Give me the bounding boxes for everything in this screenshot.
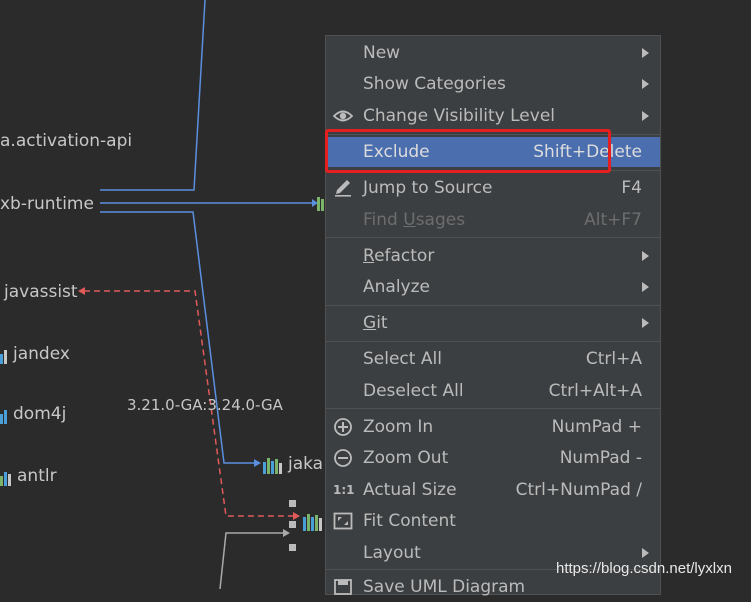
submenu-arrow-icon — [642, 79, 649, 89]
node-jaka[interactable]: jaka — [263, 454, 323, 474]
edge-arrowhead — [78, 287, 85, 295]
menu-separator — [326, 237, 660, 238]
menu-separator — [326, 305, 660, 306]
menu-item-refactor[interactable]: Refactor — [326, 241, 660, 271]
menu-item-zoom-in[interactable]: Zoom In NumPad + — [326, 412, 660, 442]
library-icon — [0, 404, 8, 424]
library-icon — [0, 344, 8, 364]
edge-arrowhead — [254, 459, 261, 467]
node-runtime[interactable]: xb-runtime — [0, 194, 94, 214]
menu-item-find-usages: Find Usages Alt+F7 — [326, 205, 660, 235]
library-icon — [263, 454, 283, 474]
menu-item-shortcut: Ctrl+Alt+A — [548, 381, 642, 401]
node-javassist[interactable]: javassist — [4, 282, 78, 302]
diagram-edges — [78, 0, 318, 589]
submenu-arrow-icon — [642, 318, 649, 328]
menu-item-show-categories[interactable]: Show Categories — [326, 69, 660, 99]
pencil-icon — [335, 180, 351, 197]
menu-item-zoom-out[interactable]: Zoom Out NumPad - — [326, 443, 660, 473]
menu-item-label: Zoom In — [363, 417, 434, 437]
menu-item-shortcut: NumPad + — [551, 417, 642, 437]
node-activation-api[interactable]: a.activation-api — [0, 131, 132, 151]
node-label-text: javassist — [4, 282, 78, 302]
menu-item-label: Refactor — [363, 246, 435, 266]
node-antlr[interactable]: antlr — [0, 466, 57, 486]
menu-item-deselect-all[interactable]: Deselect All Ctrl+Alt+A — [326, 376, 660, 406]
node-label-text: a.activation-api — [0, 131, 133, 151]
menu-item-actual-size[interactable]: 1:1 Actual Size Ctrl+NumPad / — [326, 475, 660, 505]
menu-separator — [326, 341, 660, 342]
eye-icon — [333, 110, 353, 122]
submenu-arrow-icon — [642, 251, 649, 261]
node-jandex[interactable]: jandex — [0, 344, 70, 364]
menu-item-label: Git — [363, 313, 388, 333]
menu-item-label: Jump to Source — [363, 178, 493, 198]
watermark-text: https://blog.csdn.net/lyxlxn — [556, 560, 732, 577]
node-icon-selected — [303, 514, 322, 531]
dependency-edge — [219, 532, 286, 589]
menu-item-label: Show Categories — [363, 74, 506, 94]
library-icon — [0, 466, 12, 486]
menu-item-shortcut: NumPad - — [559, 448, 642, 468]
save-icon — [334, 579, 352, 595]
menu-item-change-visibility-level[interactable]: Change Visibility Level — [326, 101, 660, 131]
menu-item-label: Analyze — [363, 277, 430, 297]
fit-content-icon — [333, 512, 353, 530]
submenu-arrow-icon — [642, 111, 649, 121]
node-label-text: antlr — [17, 466, 57, 486]
menu-item-label: Fit Content — [363, 511, 456, 531]
submenu-arrow-icon — [642, 48, 649, 58]
menu-item-fit-content[interactable]: Fit Content — [326, 506, 660, 536]
menu-item-label: Actual Size — [363, 480, 457, 500]
menu-item-select-all[interactable]: Select All Ctrl+A — [326, 344, 660, 374]
submenu-arrow-icon — [642, 548, 649, 558]
menu-item-label: Layout — [363, 543, 421, 563]
dependency-edge — [100, 0, 206, 191]
edge-version-label: 3.21.0-GA:3.24.0-GA — [127, 396, 283, 414]
menu-item-label: Change Visibility Level — [363, 106, 556, 126]
menu-item-git[interactable]: Git — [326, 308, 660, 338]
menu-item-label: Find Usages — [363, 210, 466, 230]
menu-item-new[interactable]: New — [326, 38, 660, 68]
menu-item-label: Save UML Diagram — [363, 577, 526, 597]
menu-item-label: New — [363, 43, 401, 63]
node-label-text: jaka — [288, 454, 324, 474]
menu-item-jump-to-source[interactable]: Jump to Source F4 — [326, 173, 660, 203]
submenu-arrow-icon — [642, 282, 649, 292]
edge-arrowhead — [293, 512, 300, 520]
node-label-text: xb-runtime — [0, 194, 94, 214]
menu-item-shortcut: Ctrl+A — [585, 349, 642, 369]
menu-item-label: Deselect All — [363, 381, 464, 401]
menu-item-shortcut: Alt+F7 — [584, 210, 642, 230]
node-label-text: jandex — [13, 344, 70, 364]
menu-item-label: Select All — [363, 349, 442, 369]
selected-node-handles[interactable] — [289, 500, 296, 551]
node-icon-runtime — [317, 197, 324, 211]
context-menu: New Show Categories Change Visibility Le… — [325, 35, 661, 597]
zoom-out-icon — [334, 449, 352, 467]
menu-separator — [326, 408, 660, 409]
annotation-highlight-box — [325, 129, 611, 173]
menu-item-label: Zoom Out — [363, 448, 449, 468]
node-dom4j[interactable]: dom4j — [0, 404, 66, 424]
menu-item-shortcut: F4 — [621, 178, 642, 198]
edge-arrowhead — [283, 529, 290, 537]
node-label-text: dom4j — [13, 404, 67, 424]
zoom-in-icon — [334, 418, 352, 436]
actual-size-icon: 1:1 — [333, 483, 355, 497]
menu-item-analyze[interactable]: Analyze — [326, 272, 660, 302]
dependency-edge — [100, 211, 258, 464]
menu-item-shortcut: Ctrl+NumPad / — [515, 480, 642, 500]
